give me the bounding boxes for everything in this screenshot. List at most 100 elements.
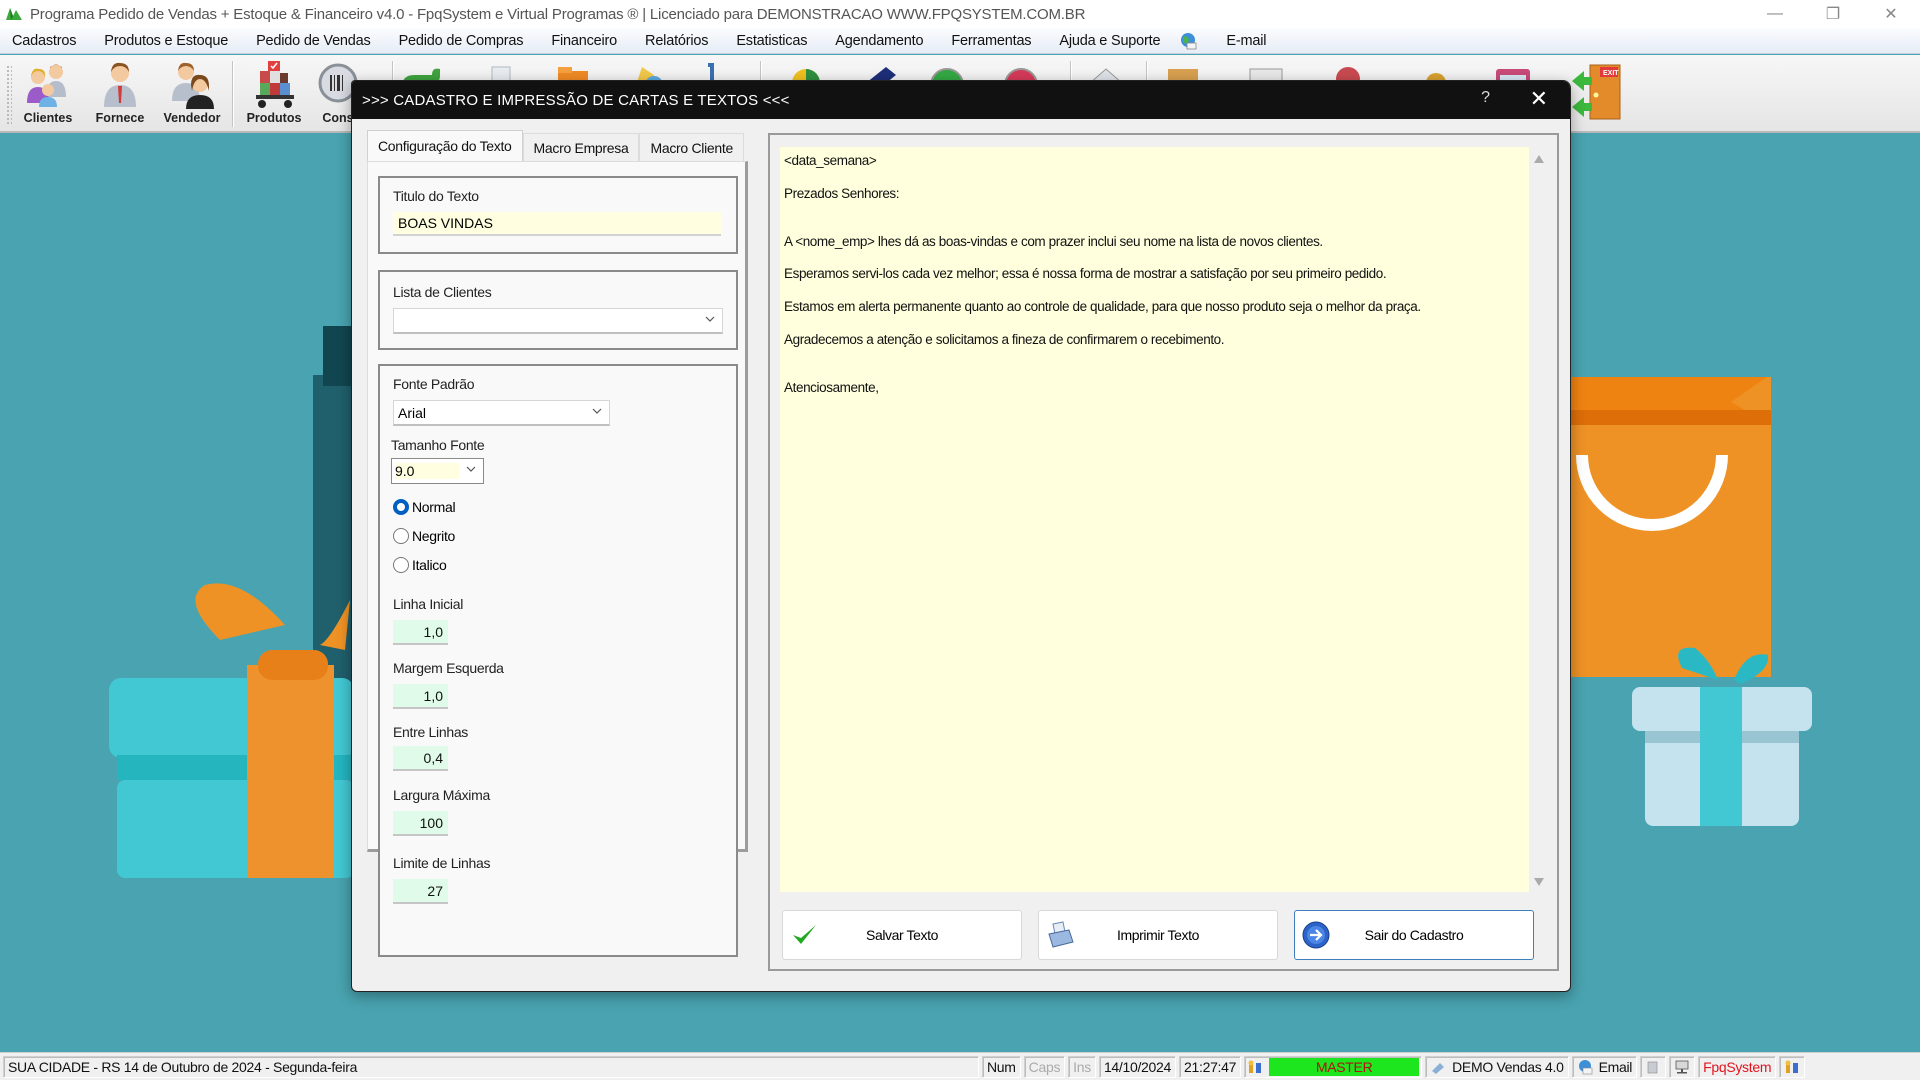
tab-macro-empresa[interactable]: Macro Empresa: [522, 133, 640, 161]
status-email-label: Email: [1598, 1058, 1633, 1075]
restore-button[interactable]: ❐: [1804, 0, 1862, 28]
dialog-close-button[interactable]: ✕: [1530, 86, 1548, 112]
user-key-icon: [1785, 1060, 1799, 1073]
editor-line: Estamos em alerta permanente quanto ao c…: [784, 299, 1421, 315]
toolbar-clientes-button[interactable]: Clientes: [14, 59, 82, 131]
status-network[interactable]: [1669, 1055, 1696, 1078]
printer-icon: [1647, 1061, 1658, 1073]
lista-clientes-select[interactable]: [393, 308, 723, 334]
help-button[interactable]: ?: [1481, 89, 1490, 107]
menu-agendamento[interactable]: Agendamento: [821, 33, 937, 49]
exit-cadastro-label: Sair do Cadastro: [1364, 927, 1464, 943]
window-title: Programa Pedido de Vendas + Estoque & Fi…: [30, 5, 1086, 23]
toolbar-clientes-label: Clientes: [23, 111, 73, 125]
radio-italico[interactable]: Italico: [393, 557, 447, 573]
radio-italico-indicator[interactable]: [393, 557, 409, 573]
menu-ferramentas[interactable]: Ferramentas: [937, 33, 1045, 49]
editor-line: Esperamos servi-los cada vez melhor; ess…: [784, 266, 1387, 282]
font-settings-group: Fonte Padrão Arial Tamanho Fonte 9.0 Nor…: [378, 364, 738, 957]
largura-maxima-input[interactable]: 100: [393, 811, 448, 836]
entre-linhas-label: Entre Linhas: [393, 724, 469, 740]
linha-inicial-label: Linha Inicial: [393, 596, 464, 612]
print-text-button[interactable]: Imprimir Texto: [1038, 910, 1278, 960]
status-email[interactable]: Email: [1571, 1055, 1638, 1078]
status-date: 14/10/2024: [1098, 1055, 1177, 1078]
tab-macro-cliente[interactable]: Macro Cliente: [639, 133, 744, 161]
dialog-header: >>> CADASTRO E IMPRESSÃO DE CARTAS E TEX…: [352, 81, 1570, 119]
menu-pedido-vendas[interactable]: Pedido de Vendas: [242, 33, 385, 49]
fonte-value: Arial: [398, 404, 427, 421]
checkmark-icon: [793, 925, 816, 944]
tamanho-select[interactable]: 9.0: [391, 458, 484, 484]
products-cart-icon: [256, 61, 294, 108]
limite-linhas-input[interactable]: 27: [393, 879, 448, 904]
toolbar-produtos-button[interactable]: Produtos: [240, 59, 308, 131]
entre-linhas-input[interactable]: 0,4: [393, 746, 448, 771]
toolbar-fornece-button[interactable]: Fornece: [86, 59, 154, 131]
editor-scrollbar[interactable]: [1529, 147, 1549, 892]
seller-icon: [172, 62, 214, 109]
letter-text-editor[interactable]: <data_semana> Prezados Senhores: A <nome…: [780, 147, 1529, 892]
radio-normal[interactable]: Normal: [393, 499, 456, 515]
radio-negrito-label: Negrito: [412, 528, 456, 544]
radio-negrito-indicator[interactable]: [393, 528, 409, 544]
titulo-input[interactable]: BOAS VINDAS: [393, 212, 721, 236]
save-text-label: Salvar Texto: [866, 927, 938, 943]
status-user: MASTER: [1244, 1055, 1423, 1078]
fonte-select[interactable]: Arial: [393, 400, 610, 426]
status-ins: Ins: [1068, 1055, 1096, 1078]
menu-financeiro[interactable]: Financeiro: [537, 33, 631, 49]
menu-cadastros[interactable]: Cadastros: [0, 33, 90, 49]
email-globe-icon: [1578, 1059, 1592, 1074]
window-close-button[interactable]: ✕: [1862, 0, 1920, 28]
printer-icon: [1048, 921, 1074, 948]
exit-cadastro-button[interactable]: Sair do Cadastro: [1294, 910, 1534, 960]
margem-esquerda-input[interactable]: 1,0: [393, 684, 448, 709]
chevron-down-icon: [466, 466, 476, 472]
window-titlebar: Programa Pedido de Vendas + Estoque & Fi…: [0, 0, 1920, 28]
titulo-group: Titulo do Texto BOAS VINDAS: [378, 176, 738, 254]
menu-produtos-estoque[interactable]: Produtos e Estoque: [90, 33, 242, 49]
exit-door-icon[interactable]: EXIT: [1570, 59, 1626, 125]
menu-relatorios[interactable]: Relatórios: [631, 33, 722, 49]
chevron-down-icon: [705, 316, 715, 322]
toolbar-grip[interactable]: [6, 65, 12, 125]
scroll-up-icon[interactable]: [1534, 155, 1544, 163]
editor-line: A <nome_emp> lhes dá as boas-vindas e co…: [784, 233, 1323, 249]
status-location-date: SUA CIDADE - RS 14 de Outubro de 2024 - …: [3, 1055, 979, 1078]
save-text-button[interactable]: Salvar Texto: [782, 910, 1022, 960]
clients-icon: [27, 64, 66, 107]
editor-line: Atenciosamente,: [784, 379, 879, 395]
radio-normal-indicator[interactable]: [393, 499, 409, 515]
config-panel: Titulo do Texto BOAS VINDAS Lista de Cli…: [367, 161, 748, 957]
globe-mail-icon[interactable]: [1178, 31, 1198, 51]
toolbar-consulta-label: Cons: [322, 111, 354, 125]
tab-configuracao-texto[interactable]: Configuração do Texto: [367, 130, 523, 161]
minimize-button[interactable]: —: [1746, 0, 1804, 28]
user-key-icon: [1248, 1060, 1262, 1073]
product-box-icon: [1432, 1062, 1445, 1074]
toolbar-vendedor-button[interactable]: Vendedor: [158, 59, 226, 131]
toolbar-separator: [232, 61, 233, 127]
menu-email[interactable]: E-mail: [1212, 33, 1280, 49]
status-time: 21:27:47: [1179, 1055, 1242, 1078]
config-tabs: Configuração do Texto Macro Empresa Macr…: [367, 130, 744, 161]
fonte-label: Fonte Padrão: [393, 376, 475, 392]
network-computer-icon: [1675, 1060, 1689, 1073]
toolbar-fornece-label: Fornece: [95, 111, 145, 125]
menu-pedido-compras[interactable]: Pedido de Compras: [385, 33, 538, 49]
app-logo-icon: [6, 8, 22, 20]
supplier-icon: [104, 62, 136, 107]
editor-line: Agradecemos a atenção e solicitamos a fi…: [784, 331, 1225, 347]
menu-estatisticas[interactable]: Estatisticas: [722, 33, 821, 49]
linha-inicial-input[interactable]: 1,0: [393, 620, 448, 645]
scroll-down-icon[interactable]: [1534, 878, 1544, 886]
editor-line: <data_semana>: [784, 153, 877, 168]
status-product: DEMO Vendas 4.0: [1425, 1055, 1569, 1078]
status-bar: SUA CIDADE - RS 14 de Outubro de 2024 - …: [0, 1052, 1920, 1080]
menu-ajuda-suporte[interactable]: Ajuda e Suporte: [1045, 33, 1174, 49]
radio-negrito[interactable]: Negrito: [393, 528, 455, 544]
status-printer[interactable]: [1640, 1055, 1667, 1078]
print-text-label: Imprimir Texto: [1116, 927, 1200, 943]
text-editor-panel: <data_semana> Prezados Senhores: A <nome…: [768, 133, 1559, 971]
